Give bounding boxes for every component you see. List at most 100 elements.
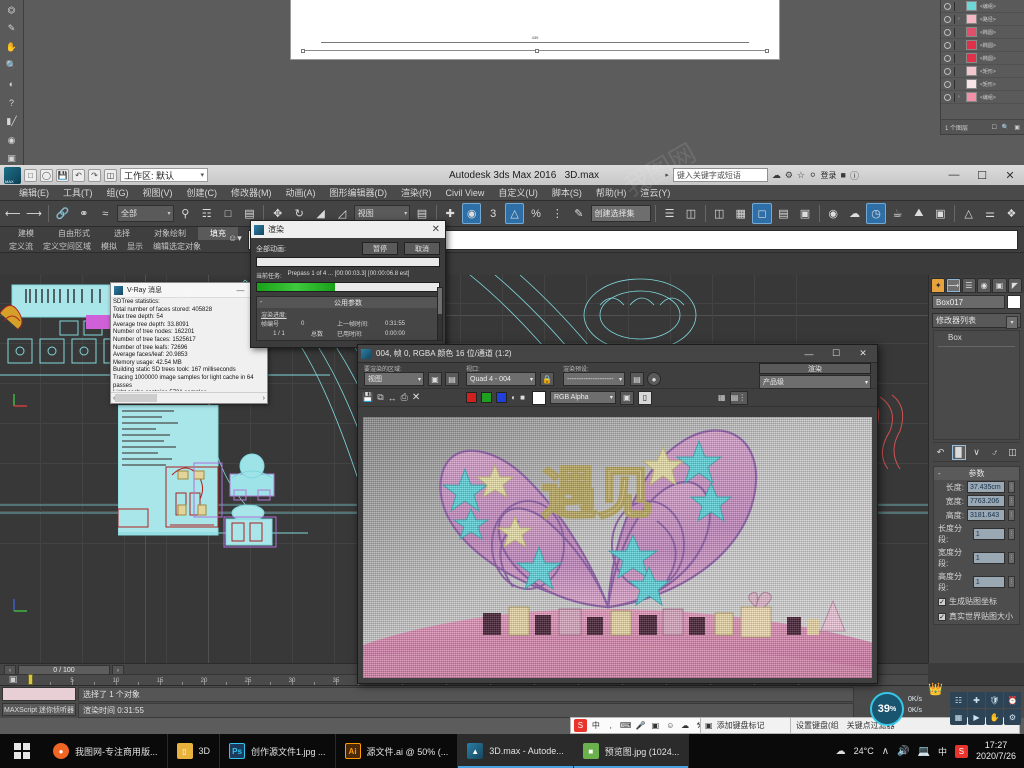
zoom-icon[interactable]: 🔍	[4, 60, 20, 73]
main-toolbar[interactable]: ⟵ ⟶ 🔗 ⚭ ≈ 全部 ⚲ ☶ □ ▤ ✥ ↻ ◢ ◿ 视图 ▤ ✚ ◉ 3 …	[0, 201, 1024, 227]
lock-icon[interactable]: 🔒	[540, 372, 554, 386]
alpha-channel-icon[interactable]: ◐	[511, 393, 516, 402]
camera-icon[interactable]: ☺▾	[228, 233, 242, 244]
screen-mode-icon[interactable]: ▣	[4, 153, 20, 166]
crop-icon[interactable]: ⏣	[4, 4, 20, 17]
cancel-button[interactable]: 取消	[404, 242, 440, 255]
vfb-icon[interactable]: ▦	[718, 393, 726, 402]
minimize-button[interactable]: —	[234, 286, 247, 295]
background-color-swatch[interactable]	[531, 390, 546, 405]
apps-icon[interactable]: ▦	[950, 709, 967, 725]
eye-icon[interactable]	[944, 54, 951, 62]
hierarchy-tab[interactable]: ☰	[961, 277, 976, 293]
configure-sets-icon[interactable]: ◫	[1006, 445, 1020, 460]
eye-icon[interactable]	[944, 67, 951, 75]
windows-taskbar[interactable]: ● 我图网-专注商用版... ▯ 3D Ps 创作源文件1.jpg ... Ai…	[0, 734, 1024, 768]
parameters-rollout[interactable]: 参数 长度: 37.435cm ⋮ 宽度: 7763.206 ⋮ 高度: 318…	[933, 466, 1020, 625]
list-item[interactable]: <矩形>	[941, 78, 1024, 91]
named-selection-sets-input[interactable]: 创建选择集	[590, 205, 651, 222]
keyboard-icon[interactable]: ⌨	[620, 720, 632, 732]
menu-item-animation[interactable]: 动画(A)	[279, 185, 323, 201]
close-button[interactable]: ✕	[852, 345, 874, 363]
param-row[interactable]: 宽度: 7763.206 ⋮	[934, 494, 1019, 508]
rect-selection-icon[interactable]: □	[218, 203, 237, 224]
unlink-icon[interactable]: ⚭	[74, 203, 93, 224]
system-tray[interactable]: ☁ 24°C ∧ 🔊 💻 中 S 17:27 2020/7/26	[836, 734, 1024, 768]
menu-item-rendering[interactable]: 渲染(R)	[394, 185, 439, 201]
maxscript-listener-label[interactable]: MAXScript 迷你侦听器	[2, 703, 76, 716]
common-params-rollout[interactable]: 公用参数 渲染进度: 帧编号 0 上一帧时间: 0:31:55 1 / 1 总数…	[256, 296, 440, 341]
auto-region-icon[interactable]: ▣	[428, 372, 442, 386]
speaker-icon[interactable]: 🔊	[897, 746, 909, 757]
rollout-title[interactable]: 参数	[934, 467, 1019, 480]
illustrator-tool-palette[interactable]: ⏣ ✎ ✋ 🔍 ◐ ? ▮╱ ◉ ▣	[0, 0, 24, 165]
render-progress-dialog[interactable]: 渲染 ✕ 全部动画: 暂停 取消 当前任务: Prepass 1 of 4 ..…	[250, 220, 446, 348]
eye-icon[interactable]	[944, 41, 951, 49]
autodesk-360-icon[interactable]: ☁	[772, 170, 781, 181]
area-to-render-select[interactable]: 视图	[364, 372, 424, 386]
object-color-swatch[interactable]	[1007, 295, 1021, 309]
search-icon[interactable]: ☷	[950, 692, 967, 708]
copy-image-icon[interactable]: ⧉	[377, 392, 383, 403]
param-row[interactable]: 长度: 37.435cm ⋮	[934, 480, 1019, 494]
modeling-ribbon[interactable]: 建模 自由形式 选择 对象绘制 填充 定义流 定义空间区域 模拟 显示 编辑选定…	[0, 227, 1024, 253]
scrollbar-thumb[interactable]	[115, 394, 158, 402]
width-input[interactable]: 7763.206	[967, 495, 1005, 507]
height-input[interactable]: 3181.643	[967, 509, 1005, 521]
swap-fill-icon[interactable]: ◐	[4, 78, 20, 91]
menu-item-group[interactable]: 组(G)	[100, 185, 136, 201]
checkbox[interactable]: ✓	[938, 612, 946, 621]
eye-icon[interactable]	[944, 80, 951, 88]
toggle-ui-icon[interactable]: ▣	[619, 390, 634, 405]
browser-icon[interactable]: ✋	[986, 709, 1003, 725]
render-iterative-icon[interactable]: ⛰	[909, 203, 928, 224]
minimize-button[interactable]: —	[798, 345, 820, 363]
signin-label[interactable]: 登录	[821, 170, 837, 181]
bind-spacewarp-icon[interactable]: ≈	[96, 203, 115, 224]
list-item[interactable]: <编组>	[941, 0, 1024, 13]
subtab-define-flow[interactable]: 定义流	[4, 240, 38, 253]
spinner-icon[interactable]: ⋮	[1008, 481, 1015, 493]
print-icon[interactable]: ⎙	[401, 392, 408, 403]
viewport-select[interactable]: Quad 4 - 004	[466, 372, 536, 386]
vertical-scrollbar[interactable]	[437, 287, 443, 341]
pin-stack-icon[interactable]: ↶	[934, 445, 948, 460]
add-task-icon[interactable]: ✚	[968, 692, 985, 708]
exchange-icon[interactable]: ⚙	[785, 170, 793, 181]
channel-select[interactable]: RGB Alpha	[549, 391, 616, 404]
illustrator-layers-panel[interactable]: <编组> › <路径> <椭圆> <椭圆> <椭圆> <矩形> <矩形> › <…	[940, 0, 1024, 135]
close-button[interactable]: ✕	[432, 224, 442, 235]
menu-item-civil-view[interactable]: Civil View	[439, 185, 492, 201]
taskbar-item-folder[interactable]: ▯ 3D	[168, 734, 221, 768]
render-setup-icon[interactable]: ▤	[630, 372, 644, 386]
menu-item-modifiers[interactable]: 修改器(M)	[224, 185, 279, 201]
motion-tab[interactable]: ◉	[976, 277, 992, 293]
open-icon[interactable]: ◯	[40, 168, 53, 182]
subtab-display[interactable]: 显示	[122, 240, 148, 253]
menu-item-scripting[interactable]: 脚本(S)	[545, 185, 589, 201]
menu-item-help[interactable]: 帮助(H)	[589, 185, 634, 201]
find-icon[interactable]: 🔍	[1002, 124, 1009, 131]
param-row[interactable]: 高度分段: 1 ⋮	[934, 570, 1019, 594]
spinner-icon[interactable]: ⋮	[548, 203, 567, 224]
select-object-icon[interactable]: ⚲	[176, 203, 195, 224]
key-indicator[interactable]	[28, 674, 33, 685]
close-button[interactable]: ✕	[996, 165, 1024, 185]
rollout-title[interactable]: 公用参数	[257, 297, 439, 308]
unfold-icon[interactable]: △	[959, 203, 978, 224]
chinese-mode-icon[interactable]: 中	[590, 720, 602, 732]
eye-icon[interactable]	[944, 93, 951, 101]
shield-icon[interactable]: 🛡	[986, 692, 1003, 708]
rendered-frame-window-icon[interactable]: ◷	[866, 203, 886, 224]
new-icon[interactable]: □	[24, 168, 37, 182]
save-image-icon[interactable]: 💾	[362, 392, 373, 403]
render-button[interactable]: 渲染	[759, 363, 871, 374]
height-segs-input[interactable]: 1	[972, 576, 1005, 588]
object-name-row[interactable]: Box017	[929, 293, 1024, 311]
tab-freeform[interactable]: 自由形式	[46, 227, 102, 240]
param-row[interactable]: 宽度分段: 1 ⋮	[934, 546, 1019, 570]
pixel-info-icon[interactable]: ▤⋮	[729, 390, 748, 405]
modifier-stack-buttons[interactable]: ↶ █ ∨ ⍻ ◫	[933, 442, 1020, 462]
media-icon[interactable]: ▶	[968, 709, 985, 725]
mono-channel-icon[interactable]: ■	[520, 393, 525, 402]
